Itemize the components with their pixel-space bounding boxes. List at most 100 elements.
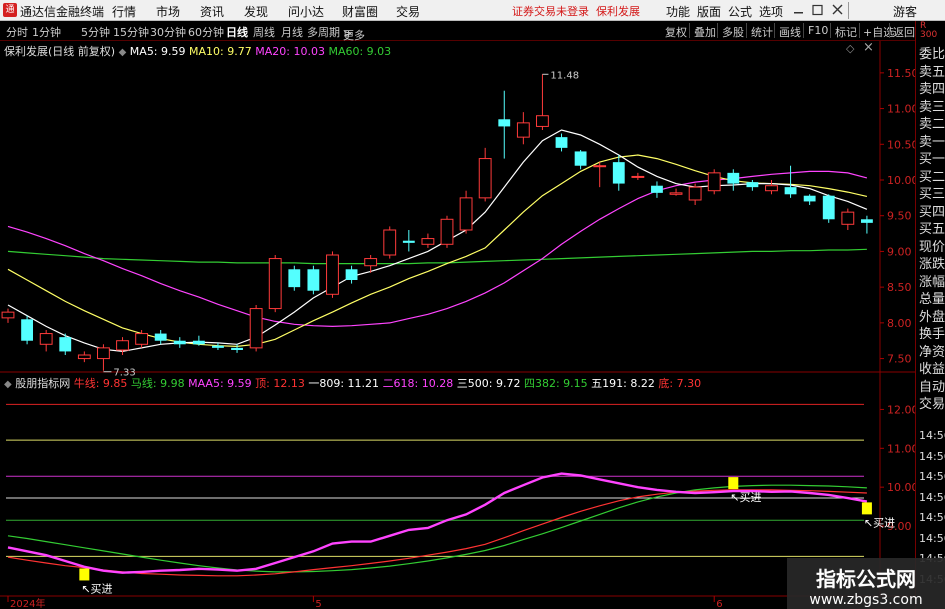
quote-field: 卖一 xyxy=(919,134,945,150)
buy-signal-marker xyxy=(728,477,739,490)
quote-field: 14:56 xyxy=(919,490,945,504)
candle-body xyxy=(192,340,205,345)
y-tick-label: 8.00 xyxy=(887,317,912,330)
y-tick-label: 10.50 xyxy=(887,138,915,151)
diamond-icon[interactable]: ◆ xyxy=(119,47,127,58)
ma10-line xyxy=(7,154,868,348)
candle-body xyxy=(478,158,492,199)
candle-body xyxy=(39,333,53,345)
ind-191-label: 五191: 8.22 xyxy=(591,377,655,390)
candle-body xyxy=(555,137,568,148)
quote-field: 卖五 xyxy=(919,64,945,80)
quote-field: 收益 xyxy=(919,362,945,377)
ind-y-tick-label: 11.00 xyxy=(887,442,915,455)
ind-top-label: 顶: 12.13 xyxy=(255,377,305,390)
settings-diamond-icon[interactable]: ◇ xyxy=(846,42,854,55)
quote-field: 14:56 xyxy=(919,511,945,524)
buy-signal-marker xyxy=(79,568,90,581)
watermark-title: 指标公式网 xyxy=(816,567,916,591)
candle-body xyxy=(345,269,358,280)
quote-field: 委比 xyxy=(919,47,945,62)
y-tick-label: 11.50 xyxy=(887,67,915,80)
high-price-label: 11.48 xyxy=(550,70,579,81)
candle-body xyxy=(77,354,91,360)
candle-body xyxy=(536,115,549,127)
kline-chart[interactable]: 11.50 11.00 10.50 10.00 9.50 9.00 8.50 8.00 7.50… xyxy=(0,0,915,609)
y-tick-label: 8.50 xyxy=(887,281,912,294)
ma60-label: MA60: 9.03 xyxy=(328,45,392,58)
ind-bottom-label: 底: 7.30 xyxy=(658,377,702,390)
ma20-label: MA20: 10.03 xyxy=(255,45,325,58)
stock-title: 保利发展(日线 前复权) xyxy=(4,45,116,58)
candle-body xyxy=(135,333,149,345)
quote-field: 14:56 xyxy=(919,429,945,442)
candle-body xyxy=(746,182,759,188)
candle-body xyxy=(288,269,301,288)
candle-body xyxy=(593,165,607,168)
ma5-label: MA5: 9.59 xyxy=(129,45,186,58)
y-tick-label: 10.00 xyxy=(887,174,915,187)
candle-body xyxy=(421,238,435,245)
quote-panel: R 300 委比 卖五 卖四 卖三 卖二 卖一 买一 买二 买三 买四 买五 现价 涨跌 涨幅 总量 外盘 换手净… xyxy=(915,21,945,609)
candle-body xyxy=(326,254,339,295)
indicator-name: 股朋指标网 xyxy=(15,377,71,390)
quote-field: 卖四 xyxy=(919,82,945,97)
quote-field: 14:56 xyxy=(919,449,945,463)
ma60-line xyxy=(7,248,867,265)
quote-field: 14:56 xyxy=(919,470,945,483)
diamond-icon[interactable]: ◆ xyxy=(4,379,12,390)
candle-body xyxy=(268,258,282,310)
candle-body xyxy=(574,151,587,166)
buy-signal-label: ↖买进 xyxy=(81,582,112,595)
x-tick-label: 5 xyxy=(315,599,321,609)
candle-body xyxy=(459,197,473,231)
candle-body xyxy=(841,211,855,225)
candle-body xyxy=(727,172,740,184)
y-tick-label: 9.50 xyxy=(887,210,912,223)
buy-signal-marker xyxy=(861,502,872,515)
site-watermark: 指标公式网 www.zbgs3.com xyxy=(787,558,945,609)
main-chart-header: 保利发展(日线 前复权) ◆ MA5: 9.59 MA10: 9.77 MA20… xyxy=(4,43,391,59)
ind-horse-label: 马线: 9.98 xyxy=(130,377,185,390)
watermark-url: www.zbgs3.com xyxy=(809,592,923,608)
candle-body xyxy=(383,229,397,256)
candle-body xyxy=(631,175,645,178)
quote-field: 买一 xyxy=(919,152,945,167)
candle-body xyxy=(860,219,873,223)
candle-body xyxy=(688,186,702,201)
candle-body xyxy=(1,311,15,319)
quote-field: 净资 xyxy=(919,344,945,360)
quote-field: 现价 xyxy=(919,239,945,255)
candle-body xyxy=(402,240,415,243)
quote-field: 交易 xyxy=(919,397,945,412)
quote-field: 卖三 xyxy=(919,99,945,115)
quote-field: 涨幅 xyxy=(919,274,945,290)
quote-field: 卖二 xyxy=(919,117,945,132)
quote-field: 外盘 xyxy=(919,309,945,325)
quote-field: 买三 xyxy=(919,187,945,202)
ind-809-label: 一809: 11.21 xyxy=(308,377,380,390)
x-tick-label: 6 xyxy=(716,599,722,609)
indicator-header: ◆ 股朋指标网 牛线: 9.85 马线: 9.98 MAA5: 9.59 顶: … xyxy=(4,375,701,391)
quote-field: 总量 xyxy=(919,292,945,307)
y-tick-label: 7.50 xyxy=(887,353,912,366)
candle-body xyxy=(59,337,72,352)
quote-field: 14:56 xyxy=(919,531,945,545)
ma10-label: MA10: 9.77 xyxy=(189,45,252,58)
ind-618-label: 二618: 10.28 xyxy=(382,377,454,390)
close-chart-button[interactable]: × xyxy=(863,40,874,55)
quote-field: 换手 xyxy=(919,327,945,342)
candle-body xyxy=(97,347,110,360)
candle-body xyxy=(249,308,263,349)
candle-body xyxy=(803,195,816,202)
candle-body xyxy=(612,162,625,184)
candle-body xyxy=(765,185,778,192)
y-tick-label: 11.00 xyxy=(887,103,915,116)
candle-body xyxy=(212,345,224,348)
buy-signal-label: ↖买进 xyxy=(730,491,761,504)
candle-body xyxy=(364,258,378,267)
x-tick-label: 2024年 xyxy=(10,597,45,609)
candle-body xyxy=(154,333,167,341)
candle-body xyxy=(440,218,454,245)
quote-field: 买二 xyxy=(919,169,945,185)
